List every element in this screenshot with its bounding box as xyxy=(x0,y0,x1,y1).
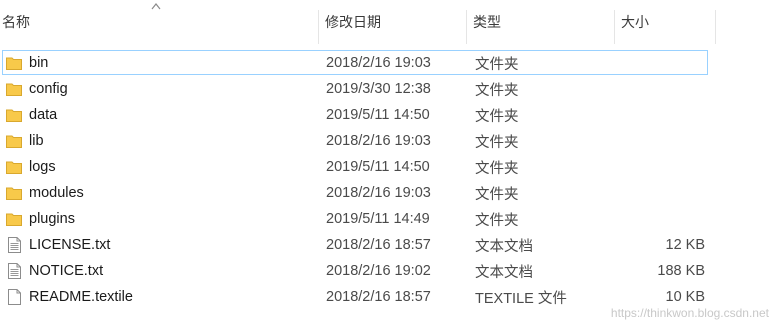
folder-icon xyxy=(5,102,23,128)
file-type: 文本文档 xyxy=(475,264,533,281)
file-size xyxy=(615,76,705,102)
file-size: 12 KB xyxy=(665,237,706,253)
list-item[interactable]: plugins 2019/5/11 14:49 文件夹 xyxy=(0,206,777,232)
column-header-bar: 名称 修改日期 类型 大小 xyxy=(0,0,777,44)
folder-icon xyxy=(5,50,23,76)
file-date: 2019/5/11 14:50 xyxy=(326,159,430,175)
file-type: 文件夹 xyxy=(475,82,519,99)
file-size xyxy=(615,180,705,206)
file-name: lib xyxy=(29,133,44,149)
file-size xyxy=(615,50,705,76)
folder-icon xyxy=(5,180,23,206)
file-size: 188 KB xyxy=(657,263,705,279)
file-type: 文本文档 xyxy=(475,238,533,255)
file-type: 文件夹 xyxy=(475,160,519,177)
file-explorer-window: 名称 修改日期 类型 大小 bin 2018/2/16 19:03 文件夹 co… xyxy=(0,0,777,328)
list-item[interactable]: lib 2018/2/16 19:03 文件夹 xyxy=(0,128,777,154)
column-header-date-modified[interactable]: 修改日期 xyxy=(319,0,466,44)
file-date: 2018/2/16 19:03 xyxy=(326,185,431,201)
file-name: bin xyxy=(29,55,49,71)
file-name: LICENSE.txt xyxy=(29,237,111,253)
file-size xyxy=(615,102,705,128)
folder-icon xyxy=(5,154,23,180)
list-item[interactable]: LICENSE.txt 2018/2/16 18:57 文本文档 12 KB xyxy=(0,232,777,258)
list-item[interactable]: modules 2018/2/16 19:03 文件夹 xyxy=(0,180,777,206)
list-item[interactable]: bin 2018/2/16 19:03 文件夹 xyxy=(0,50,777,76)
column-header-size[interactable]: 大小 xyxy=(615,0,715,44)
column-header-name[interactable]: 名称 xyxy=(0,0,318,44)
folder-icon xyxy=(5,76,23,102)
file-type: 文件夹 xyxy=(475,212,519,229)
column-divider[interactable] xyxy=(715,10,716,44)
file-date: 2018/2/16 19:02 xyxy=(326,263,431,279)
list-item[interactable]: logs 2019/5/11 14:50 文件夹 xyxy=(0,154,777,180)
file-date: 2018/2/16 18:57 xyxy=(326,289,431,305)
list-item[interactable]: data 2019/5/11 14:50 文件夹 xyxy=(0,102,777,128)
file-type: 文件夹 xyxy=(475,56,519,73)
file-name: plugins xyxy=(29,211,75,227)
file-name: README.textile xyxy=(29,289,133,305)
file-date: 2019/3/30 12:38 xyxy=(326,81,431,97)
file-date: 2018/2/16 18:57 xyxy=(326,237,431,253)
column-header-type[interactable]: 类型 xyxy=(467,0,614,44)
file-type: TEXTILE 文件 xyxy=(475,290,567,307)
file-size xyxy=(615,128,705,154)
file-type: 文件夹 xyxy=(475,108,519,125)
file-name: NOTICE.txt xyxy=(29,263,104,279)
file-name: data xyxy=(29,107,58,123)
list-item[interactable]: config 2019/3/30 12:38 文件夹 xyxy=(0,76,777,102)
file-date: 2019/5/11 14:49 xyxy=(326,211,430,227)
folder-icon xyxy=(5,206,23,232)
watermark-text: https://thinkwon.blog.csdn.net xyxy=(610,306,769,320)
file-name: logs xyxy=(29,159,56,175)
file-date: 2018/2/16 19:03 xyxy=(326,55,431,71)
list-item[interactable]: NOTICE.txt 2018/2/16 19:02 文本文档 188 KB xyxy=(0,258,777,284)
blank-file-icon xyxy=(5,284,23,310)
folder-icon xyxy=(5,128,23,154)
file-name: config xyxy=(29,81,68,97)
file-size xyxy=(615,154,705,180)
file-type: 文件夹 xyxy=(475,134,519,151)
file-type: 文件夹 xyxy=(475,186,519,203)
text-file-icon xyxy=(5,258,23,284)
file-name: modules xyxy=(29,185,84,201)
file-date: 2019/5/11 14:50 xyxy=(326,107,430,123)
file-date: 2018/2/16 19:03 xyxy=(326,133,431,149)
text-file-icon xyxy=(5,232,23,258)
file-size xyxy=(615,206,705,232)
